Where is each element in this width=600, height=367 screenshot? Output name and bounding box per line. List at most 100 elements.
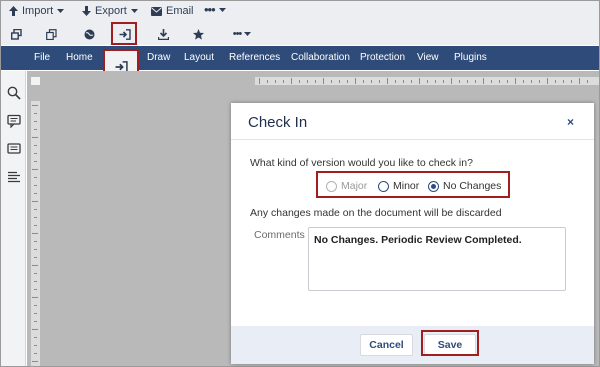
radio-no-changes[interactable]: No Changes (428, 180, 501, 192)
ruler-tick (587, 80, 588, 83)
ruler-tick (395, 80, 396, 83)
ruler-tick (34, 161, 37, 162)
radio-minor-label: Minor (393, 180, 420, 192)
version-options-highlight: Major Minor No Changes (316, 171, 510, 198)
tab-references[interactable]: References (229, 52, 280, 63)
more-icon: ••• (204, 2, 216, 17)
ruler-tick (475, 80, 476, 83)
dialog-divider (231, 139, 594, 140)
ruler-tick (491, 80, 492, 83)
ruler-tick (283, 80, 284, 83)
ruler-tick (32, 105, 38, 106)
tab-draw[interactable]: Draw (147, 52, 170, 63)
horizontal-ruler (255, 77, 599, 85)
comment-icon[interactable] (7, 114, 21, 128)
more-menu-button[interactable]: ••• (204, 2, 226, 17)
export-label: Export (95, 5, 127, 17)
copy-button[interactable] (41, 25, 61, 43)
tab-protection[interactable]: Protection (360, 52, 405, 63)
copy-icon (45, 28, 57, 40)
version-question: What kind of version would you like to c… (250, 157, 473, 169)
radio-major[interactable]: Major (326, 180, 367, 192)
ruler-tick (32, 137, 38, 138)
ruler-tick (379, 80, 380, 83)
ruler-tick (515, 78, 516, 84)
tab-home[interactable]: Home (66, 52, 93, 63)
download-button[interactable] (153, 25, 173, 43)
close-icon[interactable]: × (567, 115, 574, 129)
cancel-button[interactable]: Cancel (360, 334, 413, 356)
toolbar-icon-row: ••• (1, 23, 599, 45)
ruler-tick (347, 80, 348, 83)
tab-view[interactable]: View (417, 52, 439, 63)
chat-icon[interactable] (7, 142, 21, 156)
check-in-highlight (111, 22, 137, 45)
tab-layout[interactable]: Layout (184, 52, 214, 63)
radio-no-changes-label: No Changes (443, 180, 502, 192)
import-label: Import (22, 5, 54, 17)
ruler-tick (34, 289, 37, 290)
arrow-down-icon (82, 6, 91, 16)
email-label: Email (166, 5, 194, 17)
comments-textarea[interactable]: No Changes. Periodic Review Completed. (308, 227, 566, 291)
ruler-tick (32, 361, 38, 362)
restore-window-button[interactable] (6, 25, 26, 43)
align-left-icon[interactable] (7, 170, 21, 184)
more-actions-button[interactable]: ••• (229, 25, 255, 43)
restore-window-icon (10, 28, 22, 40)
email-menu[interactable]: Email (151, 5, 194, 17)
ruler-tick (34, 305, 37, 306)
ruler-tick (523, 80, 524, 83)
ruler-tick (291, 78, 292, 84)
ruler-tick (483, 78, 484, 84)
ruler-tick (34, 193, 37, 194)
ruler-tick (435, 80, 436, 83)
ruler-tick (363, 80, 364, 83)
ruler-tick (34, 257, 37, 258)
export-menu[interactable]: Export (82, 5, 138, 17)
ruler-tick (34, 113, 37, 114)
comments-label: Comments (254, 229, 305, 241)
ruler-tick (315, 80, 316, 83)
ruler-tick (34, 281, 37, 282)
ruler-tick (34, 145, 37, 146)
ruler-tick (34, 249, 37, 250)
radio-circle-selected (428, 180, 439, 192)
ruler-tick (411, 80, 412, 83)
arrow-up-icon (9, 6, 18, 16)
ruler-tick (34, 313, 37, 314)
ruler-tick (467, 80, 468, 83)
radio-minor[interactable]: Minor (378, 180, 419, 192)
dialog-footer: Cancel Save (231, 326, 594, 364)
ruler-tick (34, 321, 37, 322)
ruler-tick (34, 273, 37, 274)
ruler-tick (32, 201, 38, 202)
ruler-tick (34, 129, 37, 130)
radio-circle (378, 180, 389, 192)
ruler-tick (32, 233, 38, 234)
ruler-tick (555, 80, 556, 83)
caret-down-icon (218, 8, 226, 12)
ruler-corner[interactable] (31, 77, 40, 85)
import-menu[interactable]: Import (9, 5, 65, 17)
ruler-tick (32, 169, 38, 170)
ruler-tick (531, 80, 532, 83)
radio-selected-dot (431, 183, 436, 189)
ruler-tick (539, 80, 540, 83)
ruler-tick (451, 78, 452, 84)
check-in-dialog: Check In × What kind of version would yo… (231, 103, 594, 364)
ruler-tick (299, 80, 300, 83)
tab-file[interactable]: File (34, 52, 50, 63)
tab-collaboration[interactable]: Collaboration (291, 52, 350, 63)
search-icon[interactable] (7, 86, 21, 100)
discard-note: Any changes made on the document will be… (250, 207, 502, 219)
tab-plugins[interactable]: Plugins (454, 52, 487, 63)
ruler-tick (267, 80, 268, 83)
ruler-tick (571, 80, 572, 83)
ruler-tick (339, 80, 340, 83)
globe-button[interactable] (79, 25, 99, 43)
ruler-tick (323, 78, 324, 84)
favorite-button[interactable] (188, 25, 208, 43)
ruler-tick (275, 80, 276, 83)
save-highlight (421, 330, 479, 356)
